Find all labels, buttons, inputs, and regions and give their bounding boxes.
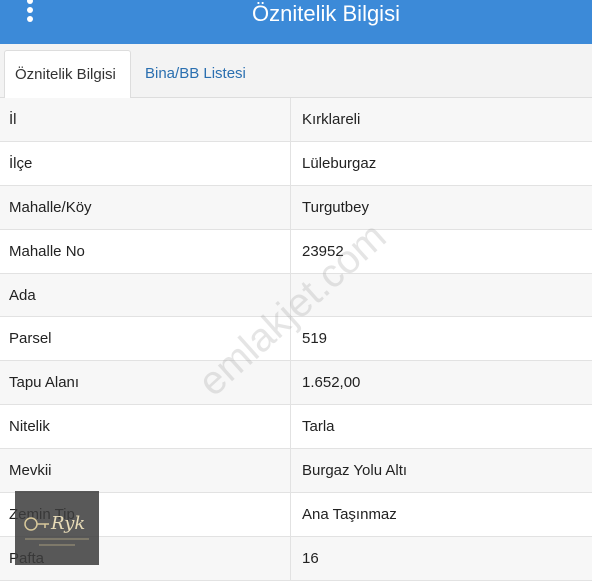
row-label: Pafta [0,536,291,580]
table-row: Mahalle/Köy Turgutbey [0,185,592,230]
row-value: Kırklareli [302,111,361,128]
row-value [291,274,592,317]
row-label: Zemin Tip [0,493,291,536]
row-label: Mahalle No [0,229,291,273]
row-label: Nitelik [0,405,291,449]
row-value: 23952 [302,242,344,260]
row-label: Tapu Alanı [0,361,291,405]
row-value: 1.652,00 [302,374,361,392]
table-row: Nitelik Tarla [0,405,592,450]
row-label: Mahalle/Köy [0,185,291,229]
table-row: Pafta 16 [0,536,592,581]
table-row: İlçe Lüleburgaz [0,141,592,186]
page-title: Öznitelik Bilgisi [252,1,400,26]
table-row: İl Kırklareli [0,98,592,142]
row-value: 16 [302,549,319,567]
table-row: Tapu Alanı 1.652,00 [0,361,592,406]
table-row: Parsel 519 [0,317,592,362]
tab-bina-bb-listesi[interactable]: Bina/BB Listesi [135,50,256,98]
row-value: Lüleburgaz [302,154,377,172]
attribute-table: İl Kırklareli İlçe Lüleburgaz Mahalle/Kö… [0,98,592,581]
row-label: Parsel [0,317,291,361]
row-value: 519 [302,330,328,348]
row-value: Turgutbey [302,198,369,216]
row-value: Burgaz Yolu Altı [302,462,408,480]
row-value: Tarla [302,418,335,436]
tab-oznitelik-bilgisi[interactable]: Öznitelik Bilgisi [4,50,131,99]
tab-bar: Öznitelik Bilgisi Bina/BB Listesi [0,44,592,99]
row-value: Ana Taşınmaz [302,506,397,524]
row-label: Mevkii [0,449,291,493]
app-header: Öznitelik Bilgisi [0,0,592,44]
table-row: Zemin Tip Ana Taşınmaz [0,493,592,537]
row-label: Ada [0,273,291,317]
table-row: Mahalle No 23952 [0,229,592,274]
table-row: Mevkii Burgaz Yolu Altı [0,449,592,494]
row-label: İlçe [0,141,291,185]
row-label: İl [0,98,291,141]
table-row: Ada [0,273,592,318]
